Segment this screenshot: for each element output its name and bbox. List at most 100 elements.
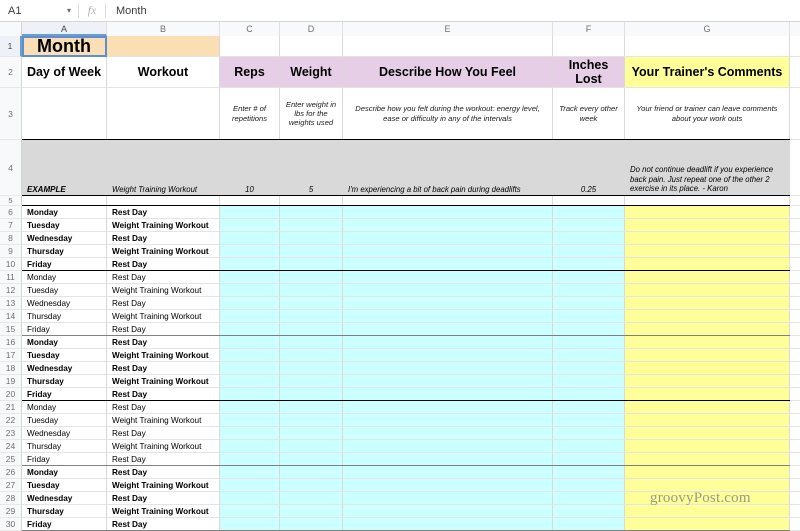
cell-entry-6-4[interactable]: [343, 206, 553, 219]
column-header-c[interactable]: C: [220, 22, 280, 36]
cell-entry-7-2[interactable]: [220, 219, 280, 232]
example-describe[interactable]: I'm experiencing a bit of back pain duri…: [343, 140, 553, 196]
row-header-26[interactable]: 26: [0, 466, 22, 479]
row-header-14[interactable]: 14: [0, 310, 22, 323]
cell-entry-17-4[interactable]: [343, 349, 553, 362]
cell-entry-17-6[interactable]: [625, 349, 790, 362]
row-header-11[interactable]: 11: [0, 271, 22, 284]
cell-entry-29-4[interactable]: [343, 505, 553, 518]
instruction-describe[interactable]: Describe how you felt during the workout…: [343, 88, 553, 140]
cell-entry-8-5[interactable]: [553, 232, 625, 245]
cell-h2[interactable]: [790, 57, 800, 88]
cell-entry-19-6[interactable]: [625, 375, 790, 388]
cell-workout-18[interactable]: Rest Day: [107, 362, 220, 375]
cell-entry-6-2[interactable]: [220, 206, 280, 219]
cell-day-17[interactable]: Tuesday: [22, 349, 107, 362]
cell-entry-28-7[interactable]: [790, 492, 800, 505]
cell-entry-23-5[interactable]: [553, 427, 625, 440]
cell-d1[interactable]: [280, 36, 343, 57]
cell-entry-23-4[interactable]: [343, 427, 553, 440]
cell-entry-29-2[interactable]: [220, 505, 280, 518]
row-header-21[interactable]: 21: [0, 401, 22, 414]
chevron-down-icon[interactable]: ▾: [67, 6, 71, 15]
cell-workout-23[interactable]: Rest Day: [107, 427, 220, 440]
row-header-30[interactable]: 30: [0, 518, 22, 531]
cell-entry-13-7[interactable]: [790, 297, 800, 310]
column-header-e[interactable]: E: [343, 22, 553, 36]
cell-entry-8-7[interactable]: [790, 232, 800, 245]
column-header-g[interactable]: G: [625, 22, 790, 36]
example-reps[interactable]: 10: [220, 140, 280, 196]
cell-entry-16-5[interactable]: [553, 336, 625, 349]
cell-entry-12-2[interactable]: [220, 284, 280, 297]
function-icon[interactable]: fx: [79, 3, 105, 18]
example-trainer-comments[interactable]: Do not continue deadlift if you experien…: [625, 140, 790, 196]
cell-entry-27-5[interactable]: [553, 479, 625, 492]
row-header-9[interactable]: 9: [0, 245, 22, 258]
cell-day-13[interactable]: Wednesday: [22, 297, 107, 310]
cell-entry-11-7[interactable]: [790, 271, 800, 284]
header-trainer-comments[interactable]: Your Trainer's Comments: [625, 57, 790, 88]
cell-day-16[interactable]: Monday: [22, 336, 107, 349]
cell-workout-27[interactable]: Weight Training Workout: [107, 479, 220, 492]
cell-workout-21[interactable]: Rest Day: [107, 401, 220, 414]
cell-entry-14-3[interactable]: [280, 310, 343, 323]
row-header-16[interactable]: 16: [0, 336, 22, 349]
cell-entry-16-3[interactable]: [280, 336, 343, 349]
cell-entry-9-7[interactable]: [790, 245, 800, 258]
cell-entry-9-5[interactable]: [553, 245, 625, 258]
cell-day-6[interactable]: Monday: [22, 206, 107, 219]
cell-entry-21-2[interactable]: [220, 401, 280, 414]
cell-entry-6-5[interactable]: [553, 206, 625, 219]
cell-day-7[interactable]: Tuesday: [22, 219, 107, 232]
cell-entry-26-6[interactable]: [625, 466, 790, 479]
cell-entry-6-7[interactable]: [790, 206, 800, 219]
row-header-23[interactable]: 23: [0, 427, 22, 440]
cell-entry-11-4[interactable]: [343, 271, 553, 284]
row-header-25[interactable]: 25: [0, 453, 22, 466]
cell-day-24[interactable]: Thursday: [22, 440, 107, 453]
cell-entry-9-4[interactable]: [343, 245, 553, 258]
cell-entry-14-6[interactable]: [625, 310, 790, 323]
cell-day-9[interactable]: Thursday: [22, 245, 107, 258]
cell-entry-23-7[interactable]: [790, 427, 800, 440]
cell-day-27[interactable]: Tuesday: [22, 479, 107, 492]
header-weight[interactable]: Weight: [280, 57, 343, 88]
row-header-28[interactable]: 28: [0, 492, 22, 505]
cell-day-21[interactable]: Monday: [22, 401, 107, 414]
cell-entry-20-7[interactable]: [790, 388, 800, 401]
row-header-18[interactable]: 18: [0, 362, 22, 375]
cell-entry-7-5[interactable]: [553, 219, 625, 232]
cell-workout-9[interactable]: Weight Training Workout: [107, 245, 220, 258]
cell-entry-10-7[interactable]: [790, 258, 800, 271]
cell-entry-26-5[interactable]: [553, 466, 625, 479]
cell-g1[interactable]: [625, 36, 790, 57]
cell-entry-7-6[interactable]: [625, 219, 790, 232]
cell-entry-7-7[interactable]: [790, 219, 800, 232]
cell-entry-13-2[interactable]: [220, 297, 280, 310]
cell-day-11[interactable]: Monday: [22, 271, 107, 284]
cell-entry-9-6[interactable]: [625, 245, 790, 258]
formula-input[interactable]: Month: [106, 5, 800, 17]
cell-entry-21-3[interactable]: [280, 401, 343, 414]
cell-workout-6[interactable]: Rest Day: [107, 206, 220, 219]
row-header-6[interactable]: 6: [0, 206, 22, 219]
cell-day-19[interactable]: Thursday: [22, 375, 107, 388]
cell-entry-12-3[interactable]: [280, 284, 343, 297]
name-box[interactable]: A1 ▾: [0, 0, 78, 21]
cell-a1-month-title[interactable]: Month: [22, 36, 107, 57]
cell-entry-26-4[interactable]: [343, 466, 553, 479]
cell-entry-8-4[interactable]: [343, 232, 553, 245]
cell-entry-11-3[interactable]: [280, 271, 343, 284]
cell-entry-21-7[interactable]: [790, 401, 800, 414]
cell-entry-28-3[interactable]: [280, 492, 343, 505]
cell-day-8[interactable]: Wednesday: [22, 232, 107, 245]
instruction-day-of-week[interactable]: [22, 88, 107, 140]
cell-entry-23-6[interactable]: [625, 427, 790, 440]
cell-entry-8-2[interactable]: [220, 232, 280, 245]
cell-entry-11-6[interactable]: [625, 271, 790, 284]
row-header-7[interactable]: 7: [0, 219, 22, 232]
cell-workout-26[interactable]: Rest Day: [107, 466, 220, 479]
cell-workout-17[interactable]: Weight Training Workout: [107, 349, 220, 362]
row-header-8[interactable]: 8: [0, 232, 22, 245]
